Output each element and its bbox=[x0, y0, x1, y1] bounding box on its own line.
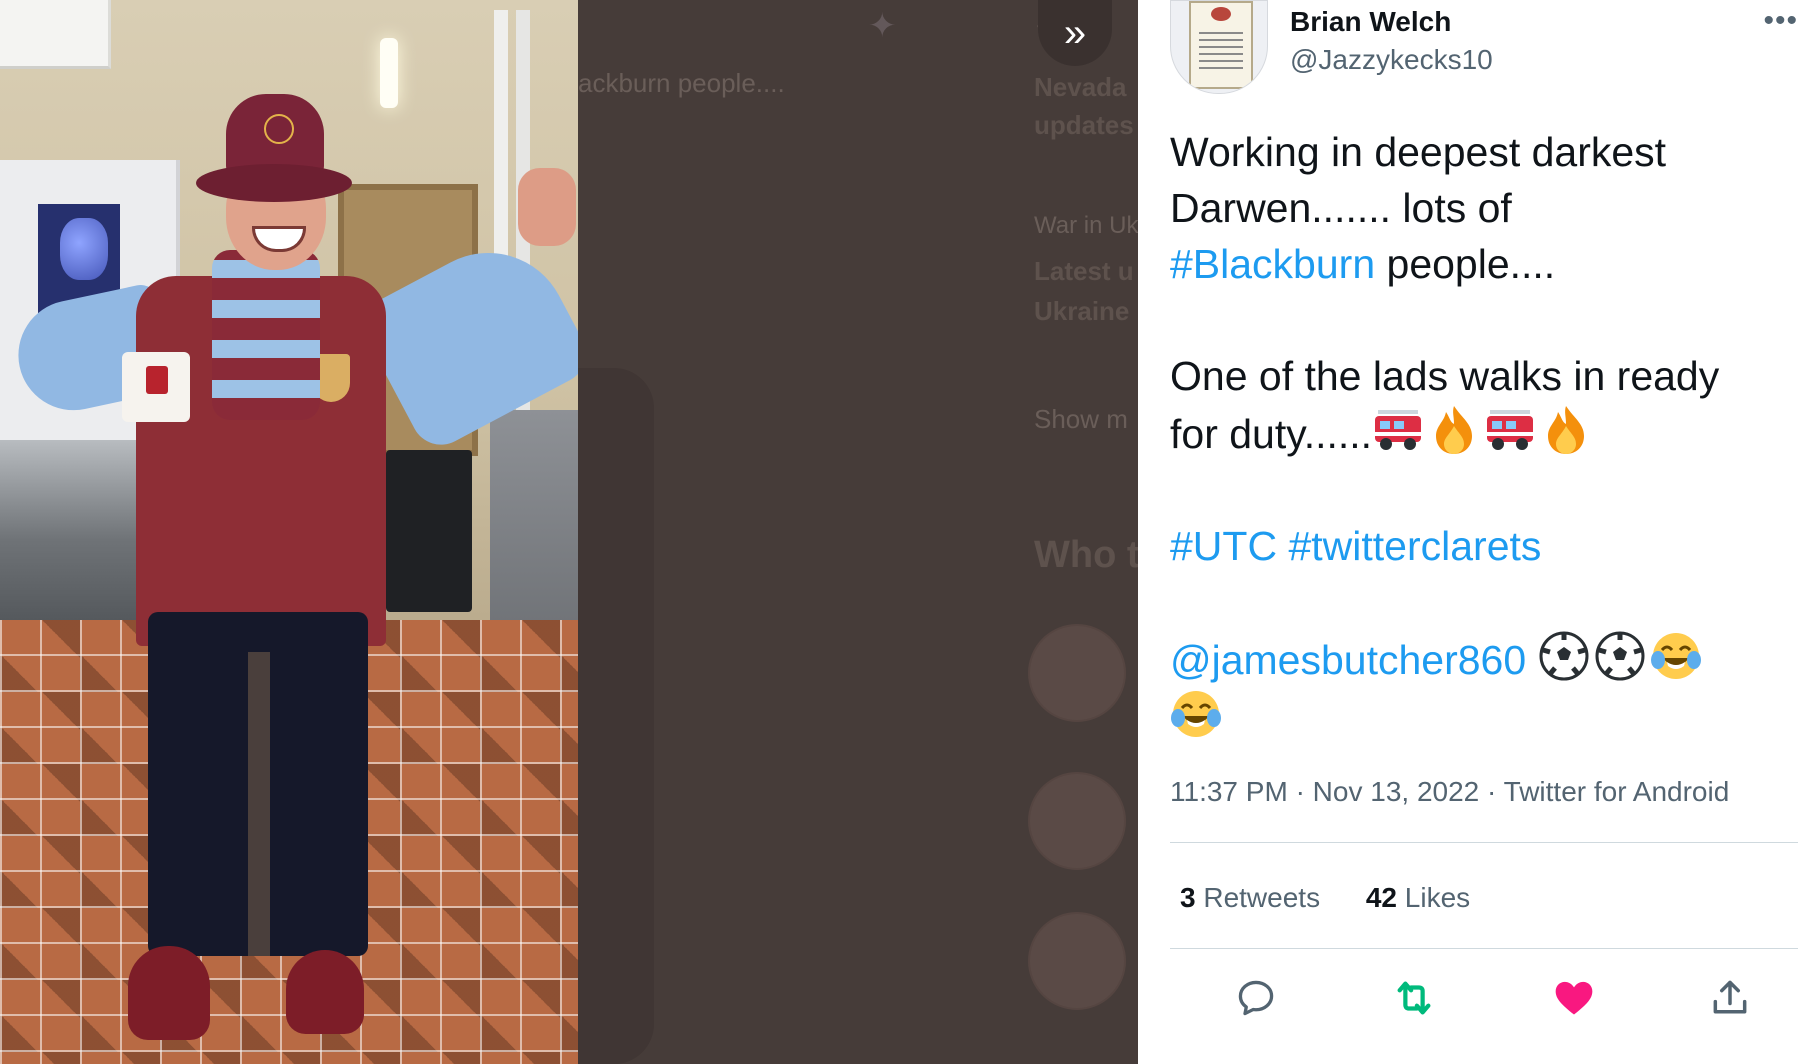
background-page-overlay: ackburn people.... ✦ Se Nevada updates W… bbox=[578, 0, 1138, 1064]
photo-ceiling-light bbox=[380, 38, 398, 108]
tweet-line: #UTC #twitterclarets bbox=[1170, 518, 1792, 574]
divider bbox=[1170, 948, 1798, 949]
retweets-stat[interactable]: 3 Retweets bbox=[1180, 882, 1320, 913]
photo-person-scarf bbox=[212, 250, 320, 420]
photo-person-bucket-hat bbox=[196, 94, 352, 220]
background-avatar bbox=[1028, 624, 1126, 722]
more-options-icon[interactable]: ••• bbox=[1763, 4, 1798, 38]
background-trend-2-title-line2: Ukraine bbox=[1034, 296, 1130, 326]
author-handle[interactable]: @Jazzykecks10 bbox=[1290, 44, 1493, 76]
reply-icon bbox=[1238, 980, 1274, 1016]
likes-stat[interactable]: 42 Likes bbox=[1366, 882, 1470, 913]
heart-icon bbox=[1555, 981, 1593, 1015]
tweet-line bbox=[1170, 688, 1792, 746]
photo-person-legs bbox=[148, 612, 368, 956]
background-trend-2-title: Latest u bbox=[1034, 256, 1134, 286]
background-who-to-follow: Who t bbox=[1034, 534, 1138, 576]
tweet-line: @jamesbutcher860 bbox=[1170, 630, 1792, 688]
fire-engine-icon bbox=[1487, 410, 1534, 450]
background-trend-context: War in Uk bbox=[1034, 212, 1138, 239]
fire-icon bbox=[1436, 406, 1473, 454]
photo-person-fist bbox=[518, 168, 576, 246]
share-button[interactable] bbox=[1704, 972, 1756, 1024]
tweet-detail-panel: Brian Welch @Jazzykecks10 ••• Working in… bbox=[1138, 0, 1798, 1064]
meta-separator: · bbox=[1295, 776, 1313, 807]
tweet-text: Working in deepest darkest Darwen.......… bbox=[1170, 124, 1792, 746]
like-button[interactable] bbox=[1548, 972, 1600, 1024]
tears-of-joy-icon bbox=[1171, 691, 1221, 737]
photo-person-left-shoe bbox=[128, 946, 210, 1040]
meta-separator: · bbox=[1487, 776, 1504, 807]
engagement-stats: 3 Retweets 42 Likes bbox=[1180, 882, 1508, 914]
soccer-ball-icon bbox=[1595, 631, 1645, 681]
tweet-line: One of the lads walks in ready bbox=[1170, 353, 1720, 399]
avatar[interactable] bbox=[1170, 0, 1268, 94]
tweet-line: #Blackburn people.... bbox=[1170, 241, 1556, 287]
background-trend-title-line2: updates bbox=[1034, 110, 1134, 140]
fire-engine-icon bbox=[1375, 410, 1422, 450]
background-trend-title: Nevada bbox=[1034, 72, 1127, 102]
tweet-source[interactable]: Twitter for Android bbox=[1504, 776, 1730, 807]
hashtag-link[interactable]: #twitterclarets bbox=[1288, 523, 1541, 569]
retweet-button[interactable] bbox=[1388, 972, 1440, 1024]
tweet-line: for duty...... bbox=[1170, 404, 1792, 462]
retweet-icon bbox=[1397, 981, 1431, 1015]
share-icon bbox=[1713, 980, 1747, 1014]
tweet-date[interactable]: Nov 13, 2022 bbox=[1313, 776, 1480, 807]
hashtag-link[interactable]: #Blackburn bbox=[1170, 241, 1375, 287]
fire-icon bbox=[1548, 406, 1585, 454]
photo-bin bbox=[386, 450, 472, 612]
divider bbox=[1170, 842, 1798, 843]
photo-person-right-shoe bbox=[286, 950, 364, 1034]
tweet-line: Working in deepest darkest bbox=[1170, 129, 1667, 175]
reply-button[interactable] bbox=[1230, 972, 1282, 1024]
tweet-photo[interactable] bbox=[0, 0, 578, 1064]
tweet-time[interactable]: 11:37 PM bbox=[1170, 776, 1288, 807]
background-avatar bbox=[1028, 772, 1126, 870]
mention-link[interactable]: @jamesbutcher860 bbox=[1170, 637, 1526, 683]
tweet-line: Darwen....... lots of bbox=[1170, 185, 1512, 231]
background-avatar bbox=[1028, 912, 1126, 1010]
tears-of-joy-icon bbox=[1650, 633, 1701, 679]
sparkle-icon: ✦ bbox=[868, 7, 897, 45]
hashtag-link[interactable]: #UTC bbox=[1170, 523, 1277, 569]
author-name[interactable]: Brian Welch bbox=[1290, 6, 1451, 38]
background-tweet-fragment: ackburn people.... bbox=[578, 68, 785, 98]
background-show-more: Show m bbox=[1034, 404, 1128, 434]
tweet-metadata: 11:37 PM · Nov 13, 2022 · Twitter for An… bbox=[1170, 776, 1729, 808]
photo-cupboard bbox=[0, 0, 111, 69]
soccer-ball-icon bbox=[1539, 631, 1589, 681]
photo-person-mug bbox=[122, 352, 190, 422]
double-chevron-right-icon: » bbox=[1063, 10, 1087, 55]
background-image-edge bbox=[578, 368, 654, 1064]
